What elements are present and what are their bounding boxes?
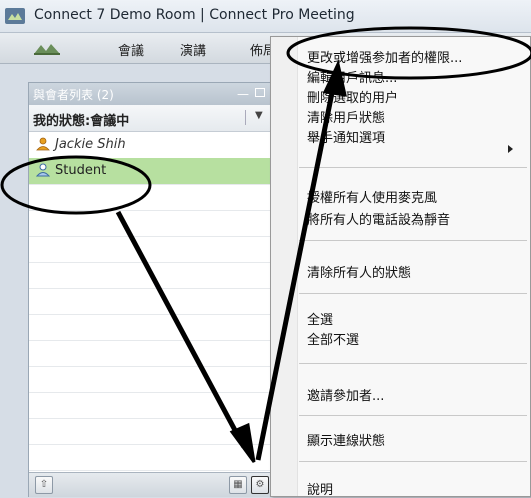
- status-divider: [245, 110, 246, 125]
- submenu-arrow-icon: [508, 145, 513, 153]
- window-titlebar: Connect 7 Demo Room | Connect Pro Meetin…: [0, 0, 531, 33]
- menu-meeting[interactable]: 會議: [118, 40, 144, 59]
- minimize-icon[interactable]: —: [237, 87, 249, 101]
- menu-separator: [299, 293, 527, 294]
- pod-footer: ⇧ ▦ ⚙: [29, 472, 277, 497]
- pod-options-icon[interactable]: ⚙: [251, 476, 269, 494]
- menu-item-clear-user-status[interactable]: 清除用戶狀態: [307, 107, 385, 126]
- attendee-row-host[interactable]: Jackie Shih: [29, 132, 277, 159]
- menu-item-raise-hand-options[interactable]: 舉手通知選項: [307, 127, 385, 146]
- menu-separator: [299, 415, 527, 416]
- connect-app-icon: [5, 8, 25, 24]
- list-empty-row: [29, 340, 277, 367]
- restore-icon[interactable]: [255, 88, 265, 97]
- list-empty-row: [29, 366, 277, 393]
- menu-separator: [299, 167, 527, 168]
- list-empty-row: [29, 444, 277, 471]
- menu-item-help[interactable]: 說明: [307, 479, 333, 498]
- attendee-options-menu: 更改或增强参加者的權限... 編輯用戶訊息... 刪除選取的用户 清除用戶狀態 …: [270, 36, 531, 498]
- pod-title: 與會者列表 (2): [33, 88, 114, 102]
- window-title: Connect 7 Demo Room | Connect Pro Meetin…: [34, 7, 355, 23]
- grid-view-icon[interactable]: ▦: [229, 476, 247, 494]
- menu-presentation[interactable]: 演講: [180, 40, 206, 59]
- list-empty-row: [29, 210, 277, 237]
- chevron-down-icon[interactable]: ▼: [255, 110, 263, 121]
- adobe-connect-logo[interactable]: [32, 41, 62, 57]
- pod-header: 與會者列表 (2) —: [29, 83, 277, 105]
- list-empty-row: [29, 184, 277, 211]
- list-empty-row: [29, 288, 277, 315]
- menu-item-select-all[interactable]: 全選: [307, 309, 333, 328]
- list-empty-row: [29, 236, 277, 263]
- promote-icon[interactable]: ⇧: [35, 476, 53, 494]
- menu-item-clear-all-status[interactable]: 清除所有人的狀態: [307, 262, 411, 281]
- attendee-name: Jackie Shih: [55, 137, 126, 152]
- attendee-name: Student: [55, 163, 107, 178]
- menu-item-invite-participants[interactable]: 邀請參加者...: [307, 385, 384, 404]
- menu-separator: [299, 363, 527, 364]
- menu-item-enable-all-mics[interactable]: 授權所有人使用麥克風: [307, 187, 437, 206]
- list-empty-row: [29, 314, 277, 341]
- menu-item-show-connection-status[interactable]: 顯示連線狀態: [307, 430, 385, 449]
- my-status-label: 我的狀態:會議中: [33, 114, 130, 129]
- my-status-row[interactable]: 我的狀態:會議中 ▼: [29, 105, 277, 132]
- list-empty-row: [29, 392, 277, 419]
- menu-item-select-none[interactable]: 全部不選: [307, 329, 359, 348]
- menu-item-edit-user-info[interactable]: 編輯用戶訊息...: [307, 67, 397, 86]
- attendee-list-pod: 與會者列表 (2) — 我的狀態:會議中 ▼ Jackie Shih Stude…: [28, 82, 278, 497]
- host-user-icon: [36, 137, 50, 151]
- list-empty-row: [29, 418, 277, 445]
- menu-icon-gutter: [271, 37, 298, 496]
- menu-separator: [299, 461, 527, 462]
- menu-separator: [299, 240, 527, 241]
- participant-user-icon: [36, 163, 50, 177]
- menu-item-remove-selected-user[interactable]: 刪除選取的用户: [307, 87, 398, 106]
- menu-item-change-permissions[interactable]: 更改或增强参加者的權限...: [307, 47, 462, 66]
- list-empty-row: [29, 262, 277, 289]
- attendee-row-student[interactable]: Student: [29, 158, 277, 185]
- menu-item-mute-all-phones[interactable]: 將所有人的電話設為靜音: [307, 209, 450, 228]
